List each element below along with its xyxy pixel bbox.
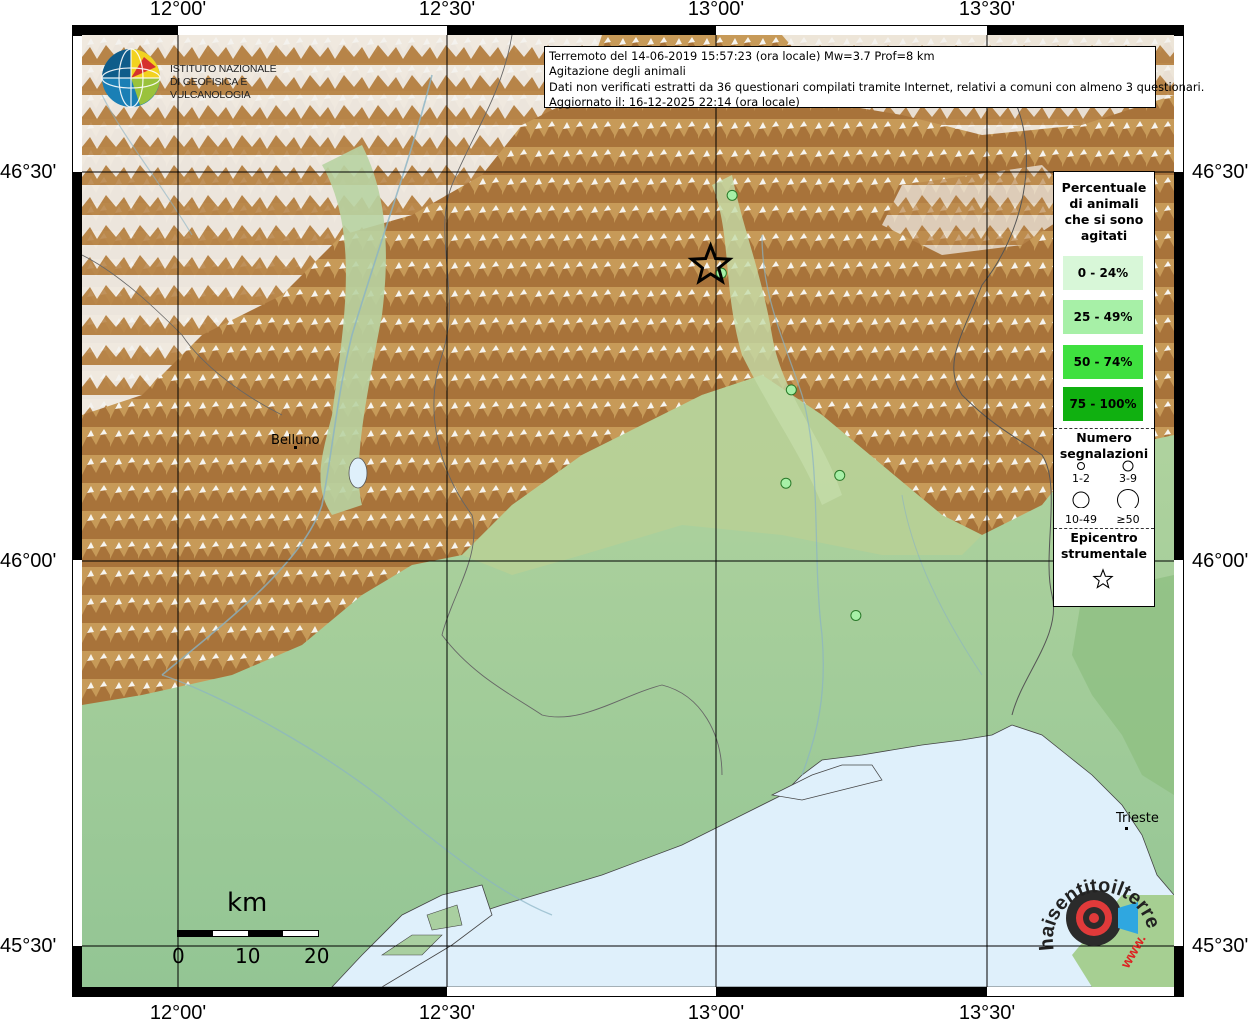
lon-label-top-2: 12°30' (418, 0, 476, 20)
legend-panel: Percentuale di animali che si sono agita… (1053, 171, 1155, 607)
lat-label-right-2: 46°00' (1192, 550, 1249, 572)
ingv-name: ISTITUTO NAZIONALE DI GEOFISICA E VULCAN… (170, 63, 320, 102)
legend-title-line: di animali (1069, 196, 1139, 211)
event-subtitle: Agitazione degli animali (549, 64, 686, 79)
legend-title-line: Percentuale (1061, 180, 1147, 195)
lon-label-bottom-3: 13°00' (687, 1002, 745, 1024)
lon-label-top-4: 13°30' (958, 0, 1016, 20)
scale-label-0: 0 (172, 944, 185, 968)
event-info-line: Terremoto del 14-06-2019 15:57:23 (ora l… (549, 49, 935, 63)
frame-tick (1174, 946, 1184, 996)
legend-title-line: che si sono (1064, 212, 1144, 227)
legend-title-line: agitati (1080, 228, 1128, 243)
star-outline-icon (1092, 568, 1114, 589)
frame-tick (72, 172, 82, 560)
legend-class-0-24: 0 - 24% (1063, 256, 1143, 290)
data-note: Dati non verificati estratti da 36 quest… (549, 79, 1205, 94)
ingv-globe-icon (101, 48, 161, 108)
city-label-trieste: Trieste (1116, 811, 1159, 826)
legend-count-3-9: 3-9 (1119, 472, 1137, 485)
ingv-name-line2: DI GEOFISICA E VULCANOLOGIA (170, 76, 251, 101)
legend-count-50plus: ≥50 (1116, 513, 1140, 526)
lon-label-bottom-1: 12°00' (149, 1002, 207, 1024)
legend-class-75-100: 75 - 100% (1063, 387, 1143, 421)
frame-tick (716, 987, 987, 997)
legend-percent-title: Percentuale di animali che si sono agita… (1054, 180, 1154, 244)
city-dot-trieste (1125, 827, 1128, 830)
legend-epicenter-line: Epicentro (1070, 530, 1138, 545)
legend-epicenter-title: Epicentro strumentale (1054, 530, 1154, 562)
legend-count-line: Numero (1076, 430, 1132, 445)
legend-divider (1054, 528, 1154, 529)
ingv-name-line1: ISTITUTO NAZIONALE (170, 63, 277, 75)
lat-label-left-3: 45°30' (0, 935, 57, 957)
lon-label-top-1: 12°00' (149, 0, 207, 20)
frame-tick (72, 946, 82, 996)
lat-label-left-2: 46°00' (0, 550, 57, 572)
legend-count-10-49: 10-49 (1065, 513, 1097, 526)
scale-bar-graphic (177, 930, 319, 937)
legend-epicenter-line: strumentale (1060, 546, 1148, 561)
lon-label-bottom-4: 13°30' (958, 1002, 1016, 1024)
frame-tick (1174, 172, 1184, 560)
hsit-logo-graphic: haisentitoilterremoto.it www. (1021, 841, 1164, 971)
legend-divider (1054, 428, 1154, 429)
lat-label-left-1: 46°30' (0, 161, 57, 183)
lon-label-top-3: 13°00' (687, 0, 745, 20)
ingv-logo: ISTITUTO NAZIONALE DI GEOFISICA E VULCAN… (100, 47, 320, 109)
legend-class-50-74: 50 - 74% (1063, 345, 1143, 379)
legend-count-1-2: 1-2 (1072, 472, 1090, 485)
relief-map[interactable] (82, 35, 1174, 987)
city-dot-belluno (294, 446, 297, 449)
hsit-url-text: www. (1116, 931, 1148, 971)
lon-label-bottom-2: 12°30' (418, 1002, 476, 1024)
legend-class-25-49: 25 - 49% (1063, 300, 1143, 334)
scale-label-10: 10 (235, 944, 261, 968)
frame-tick (73, 987, 178, 997)
lat-label-right-1: 46°30' (1192, 161, 1249, 183)
lat-label-right-3: 45°30' (1192, 935, 1249, 957)
terrain-svg (82, 35, 1174, 987)
event-info-box: Terremoto del 14-06-2019 15:57:23 (ora l… (544, 46, 1205, 109)
hsit-logo: haisentitoilterremoto.it www. (1021, 841, 1170, 988)
scale-unit: km (227, 888, 268, 918)
update-time: Aggiornato il: 16-12-2025 22:14 (ora loc… (549, 94, 800, 109)
scale-label-20: 20 (304, 944, 330, 968)
scale-bar: km 0 10 20 (172, 888, 332, 968)
frame-tick (178, 987, 447, 997)
